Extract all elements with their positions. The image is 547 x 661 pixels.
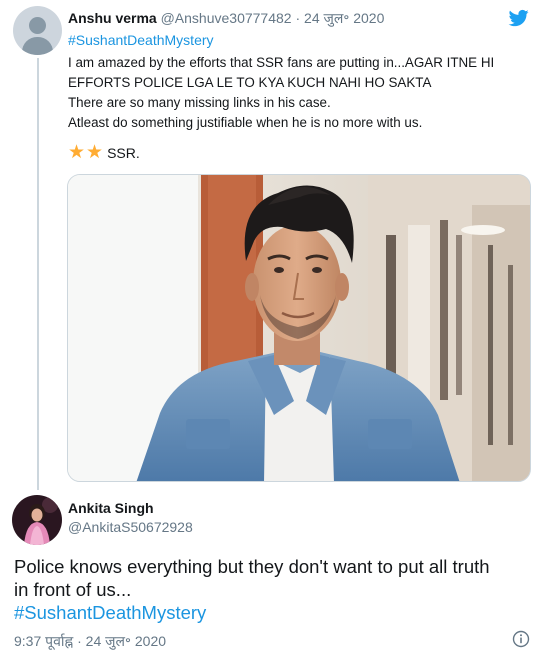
- star-emoji-icon: ★: [68, 142, 86, 163]
- tweet-image[interactable]: [67, 174, 531, 482]
- author-name[interactable]: Ankita Singh: [68, 500, 154, 516]
- tweet-header: Anshu verma @Anshuve30777482 · 24 जुल॰ 2…: [68, 9, 384, 28]
- tweet-date[interactable]: 24 जुल॰ 2020: [86, 633, 166, 649]
- user-avatar[interactable]: [12, 495, 62, 545]
- default-avatar[interactable]: [13, 6, 62, 55]
- author-name[interactable]: Anshu verma: [68, 10, 157, 26]
- portrait-photo-illustration: [68, 175, 530, 481]
- hashtag-link[interactable]: #SushantDeathMystery: [68, 32, 214, 48]
- emoji-line: ★ ★ SSR.: [68, 143, 140, 163]
- tweet-line: Police knows everything but they don't w…: [14, 556, 490, 577]
- author-handle[interactable]: @AnkitaS50672928: [68, 519, 193, 535]
- avatar-portrait-illustration: [12, 495, 62, 545]
- thread-connector-line: [37, 58, 39, 490]
- tweet-body: I am amazed by the efforts that SSR fans…: [68, 53, 494, 133]
- tweet-line: I am amazed by the efforts that SSR fans…: [68, 55, 495, 70]
- meta-separator: ·: [291, 10, 305, 26]
- info-icon[interactable]: [512, 630, 530, 648]
- twitter-bird-icon[interactable]: [507, 8, 531, 28]
- tweet-body: Police knows everything but they don't w…: [14, 555, 490, 624]
- hashtag-link[interactable]: #SushantDeathMystery: [14, 601, 490, 624]
- avatar-head-shape: [29, 17, 46, 34]
- tweet-line: Atleast do something justifiable when he…: [68, 115, 423, 130]
- tweet-line: There are so many missing links in his c…: [68, 95, 331, 110]
- meta-separator: ·: [73, 633, 86, 649]
- parent-tweet: Anshu verma @Anshuve30777482 · 24 जुल॰ 2…: [0, 0, 547, 490]
- tweet-line: in front of us...: [14, 579, 132, 600]
- author-handle[interactable]: @Anshuve30777482: [161, 10, 292, 26]
- ssr-text: SSR.: [107, 145, 140, 161]
- tweet-line: EFFORTS POLICE LGA LE TO KYA KUCH NAHI H…: [68, 75, 432, 90]
- tweet-date[interactable]: 24 जुल॰ 2020: [304, 10, 384, 26]
- star-emoji-icon: ★: [86, 142, 104, 163]
- avatar-body-shape: [22, 37, 53, 55]
- tweet-timestamp[interactable]: 9:37 पूर्वाह्न · 24 जुल॰ 2020: [14, 632, 166, 651]
- reply-tweet: Ankita Singh @AnkitaS50672928 Police kno…: [0, 485, 547, 661]
- tweet-time[interactable]: 9:37 पूर्वाह्न: [14, 633, 73, 649]
